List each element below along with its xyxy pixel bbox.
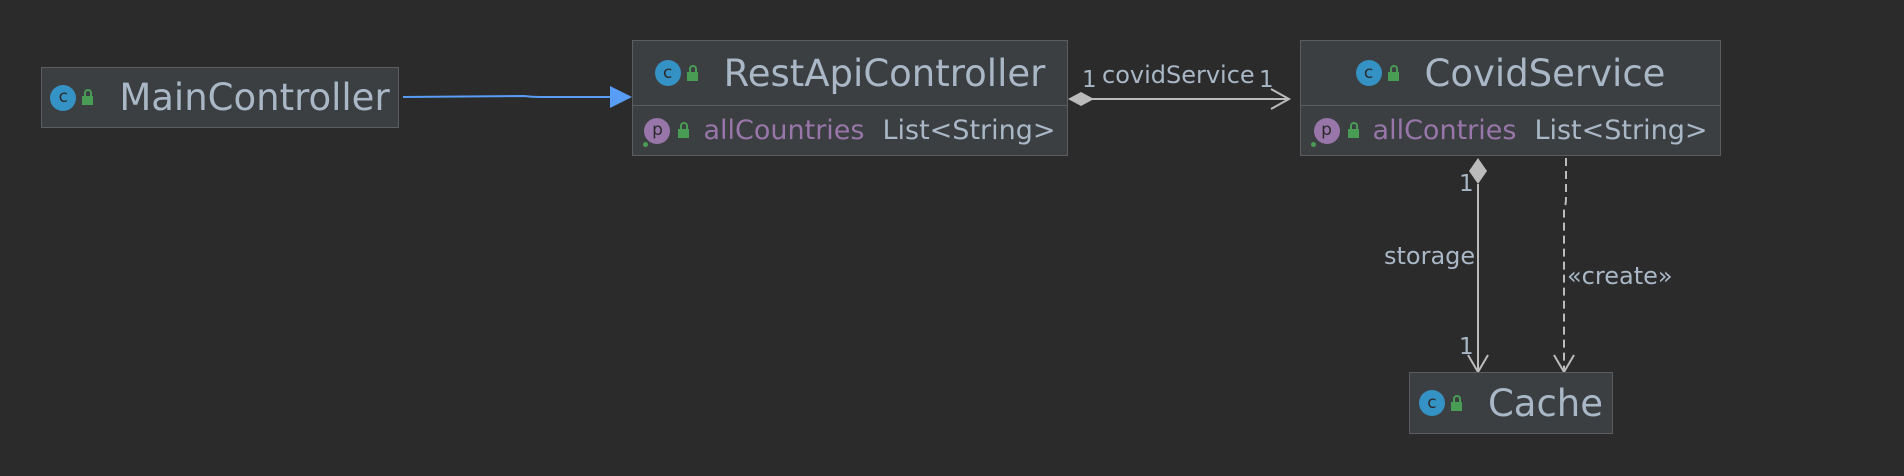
field-row-all-contries[interactable]: p allContries List<String> [1301, 106, 1720, 155]
covidservice-composition-diamond [1068, 92, 1094, 106]
storage-target-multiplicity: 1 [1459, 334, 1474, 360]
property-p-icon: p [1313, 117, 1340, 144]
field-name: allCountries [703, 115, 865, 146]
class-c-icon: c [1418, 390, 1445, 416]
class-name: MainController [119, 76, 390, 119]
class-header: c MainController [42, 68, 398, 127]
public-lock-icon [1450, 394, 1462, 411]
uml-diagram-canvas: CovidService (composition association) -… [0, 0, 1904, 476]
field-type: List<String> [1534, 115, 1708, 146]
field-name: allContries [1372, 115, 1517, 146]
create-dependency-line[interactable] [1563, 158, 1567, 372]
covidservice-assoc-label: covidService [1102, 61, 1255, 89]
property-p-icon: p [644, 117, 671, 144]
create-dependency-label: «create» [1567, 262, 1673, 290]
class-c-icon: c [654, 60, 681, 86]
class-icons: c [1355, 60, 1399, 86]
public-lock-icon [678, 122, 690, 138]
class-icons: c [50, 84, 94, 111]
main-to-restapi-arrowhead [610, 86, 632, 108]
public-lock-icon [1387, 64, 1399, 81]
field-dot-icon [643, 142, 648, 147]
class-icons: c [1418, 390, 1462, 416]
class-header: c Cache [1410, 373, 1612, 433]
class-c-icon: c [50, 84, 77, 111]
covidservice-source-multiplicity: 1 [1082, 67, 1097, 93]
field-type: List<String> [882, 115, 1056, 146]
class-name: Cache [1487, 381, 1604, 425]
class-header: c CovidService [1301, 41, 1720, 105]
class-header: c RestApiController [633, 41, 1067, 105]
field-row-all-countries[interactable]: p allCountries List<String> [633, 106, 1067, 155]
class-covid-service[interactable]: c CovidService p allContries List<String… [1300, 40, 1721, 156]
class-rest-api-controller[interactable]: c RestApiController p allCountries List<… [632, 40, 1068, 156]
class-main-controller[interactable]: c MainController [41, 67, 399, 128]
class-name: RestApiController [723, 51, 1046, 95]
storage-assoc-label: storage [1384, 242, 1476, 270]
class-cache[interactable]: c Cache [1409, 372, 1613, 434]
class-c-icon: c [1355, 60, 1382, 86]
public-lock-icon [1347, 122, 1359, 138]
class-icons: c [654, 60, 698, 86]
public-lock-icon [686, 64, 698, 81]
covidservice-target-multiplicity: 1 [1259, 67, 1274, 93]
storage-source-multiplicity: 1 [1459, 171, 1474, 197]
main-to-restapi-arrow-line[interactable] [402, 94, 611, 98]
field-dot-icon [1311, 142, 1316, 147]
public-lock-icon [82, 89, 94, 105]
class-name: CovidService [1424, 51, 1666, 95]
